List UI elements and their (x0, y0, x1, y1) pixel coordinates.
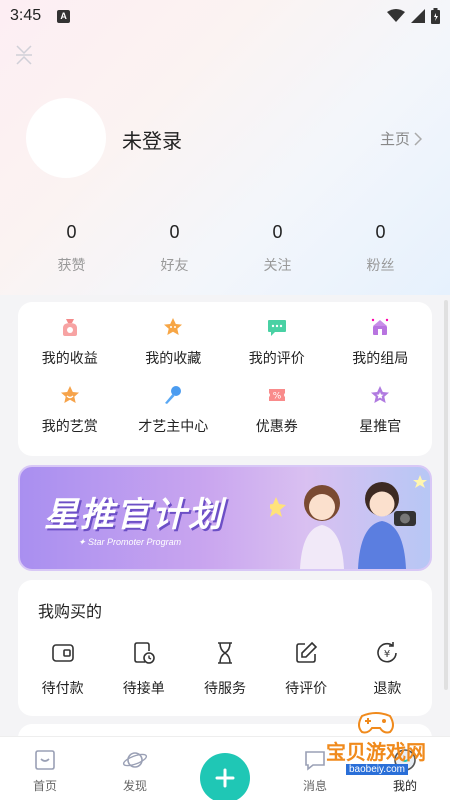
group-party-icon (372, 318, 389, 335)
battery-icon (431, 8, 440, 24)
add-icon (215, 768, 235, 788)
clock-doc-icon (133, 642, 155, 664)
menu-item-talent-center[interactable]: 才艺主中心 (122, 384, 226, 452)
watermark-text: 宝贝游戏网 (326, 740, 426, 764)
home-link-label: 主页 (379, 130, 410, 148)
menu-label: 我的评价 (248, 351, 305, 367)
star-promoter-icon (371, 386, 390, 403)
menu-item-coupons[interactable]: % 优惠券 (225, 384, 329, 452)
stat-fans[interactable]: 0 粉丝 (329, 222, 432, 275)
order-pending-review[interactable]: 待评价 (267, 640, 345, 698)
menu-label: 星推官 (359, 419, 402, 435)
planet-icon (122, 752, 148, 768)
gamepad-logo-icon (358, 712, 394, 734)
order-label: 待接单 (122, 681, 165, 697)
menu-label: 我的组局 (352, 351, 409, 367)
wifi-icon (387, 9, 405, 22)
chevron-right-icon (414, 131, 422, 146)
banner-subtitle: ✦ Star Promoter Program (78, 537, 182, 547)
menu-label: 优惠券 (255, 419, 298, 435)
stat-value: 0 (272, 222, 283, 242)
menu-label: 我的收益 (41, 351, 98, 367)
tab-discover[interactable]: 发现 (90, 737, 180, 794)
star-promoter-banner[interactable]: 星推官计划 ✦ Star Promoter Program (18, 465, 432, 571)
login-status[interactable]: 未登录 (122, 125, 182, 154)
order-label: 退款 (373, 681, 402, 697)
menu-item-star-promoter[interactable]: 星推官 (329, 384, 433, 452)
cell-signal-icon (411, 9, 425, 23)
promoter-characters-illustration (270, 475, 427, 569)
order-pending-service[interactable]: 待服务 (186, 640, 264, 698)
scrollbar[interactable] (444, 300, 448, 690)
menu-label: 我的艺赏 (41, 419, 98, 435)
stat-label: 好友 (160, 258, 189, 274)
order-label: 待评价 (285, 681, 328, 697)
svg-text:¥: ¥ (384, 649, 390, 660)
svg-text:%: % (272, 392, 281, 402)
comment-icon (267, 320, 286, 336)
refund-yen-icon: ¥ (377, 642, 398, 663)
hourglass-icon (217, 642, 232, 664)
star-reward-icon (60, 386, 79, 403)
tab-label: 消息 (302, 779, 327, 793)
menu-item-favorites[interactable]: 我的收藏 (122, 316, 226, 384)
menu-item-art-rewards[interactable]: 我的艺赏 (18, 384, 122, 452)
microphone-icon (165, 386, 182, 404)
stat-label: 获赞 (57, 258, 86, 274)
scan-icon[interactable] (14, 44, 34, 66)
purchases-card: 我购买的 待付款 待接单 待服务 待评价 ¥ 退款 (18, 580, 432, 716)
menu-label: 才艺主中心 (138, 419, 209, 435)
star-favorite-icon (164, 318, 183, 335)
status-bar: 3:45 A (0, 0, 450, 32)
stat-friends[interactable]: 0 好友 (123, 222, 226, 275)
menu-item-reviews[interactable]: 我的评价 (225, 316, 329, 384)
tab-home[interactable]: 首页 (0, 737, 90, 794)
tab-label: 首页 (32, 779, 57, 793)
coupon-icon: % (268, 389, 285, 402)
menu-item-income[interactable]: 我的收益 (18, 316, 122, 384)
menu-item-groups[interactable]: 我的组局 (329, 316, 433, 384)
home-page-link[interactable]: 主页 (380, 128, 422, 149)
avatar[interactable] (26, 98, 106, 178)
status-time: 3:45 (10, 7, 42, 24)
order-pending-accept[interactable]: 待接单 (105, 640, 183, 698)
stat-likes[interactable]: 0 获赞 (20, 222, 123, 275)
stat-value: 0 (66, 222, 77, 242)
stat-label: 粉丝 (366, 258, 395, 274)
tab-add[interactable] (180, 737, 270, 800)
add-button[interactable] (200, 753, 250, 800)
notification-a-icon: A (57, 9, 71, 23)
watermark-url: baobeiy.com (346, 764, 408, 775)
stats-row: 0 获赞 0 好友 0 关注 0 粉丝 (0, 222, 450, 275)
menu-label: 我的收藏 (145, 351, 202, 367)
home-icon (35, 750, 55, 770)
order-pending-payment[interactable]: 待付款 (24, 640, 102, 698)
edit-icon (296, 641, 318, 663)
wallet-icon (51, 644, 74, 662)
stat-label: 关注 (263, 258, 292, 274)
order-label: 待服务 (203, 681, 246, 697)
stat-following[interactable]: 0 关注 (226, 222, 329, 275)
purchases-title: 我购买的 (38, 602, 103, 621)
site-watermark: 宝贝游戏网 baobeiy.com (326, 706, 436, 780)
tab-label: 发现 (122, 779, 147, 793)
stat-value: 0 (169, 222, 180, 242)
feature-menu-card: 我的收益 我的收藏 我的评价 我的组局 我的艺赏 才艺主中心 % 优惠券 星推官 (18, 302, 432, 456)
message-icon (305, 751, 325, 771)
order-label: 待付款 (41, 681, 84, 697)
banner-title: 星推官计划 (44, 495, 224, 535)
income-bag-icon (62, 319, 77, 336)
order-refund[interactable]: ¥ 退款 (348, 640, 426, 698)
stat-value: 0 (375, 222, 386, 242)
